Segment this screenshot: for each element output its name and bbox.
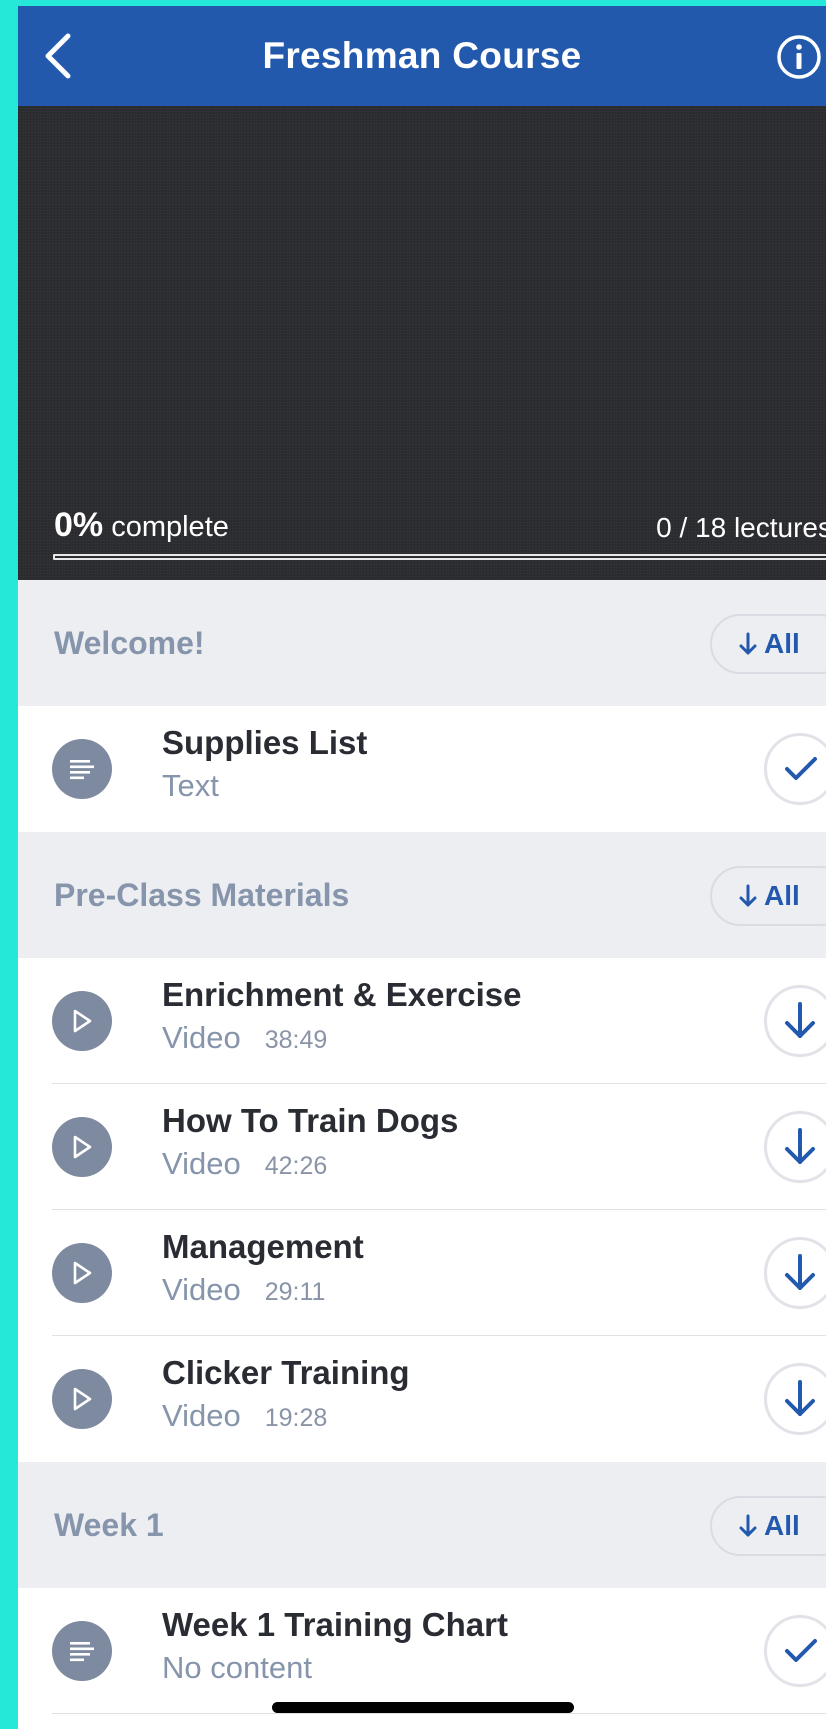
section-title: Welcome! <box>54 624 205 661</box>
info-button[interactable] <box>776 34 822 80</box>
lecture-meta: Text <box>162 768 219 804</box>
download-all-label: All <box>764 1510 800 1541</box>
download-arrow-icon <box>783 1253 817 1293</box>
lecture-title: Management <box>162 1228 364 1265</box>
top-bar: Freshman Course <box>18 6 826 106</box>
download-button[interactable] <box>764 1111 826 1183</box>
play-icon <box>52 1369 112 1429</box>
lecture-title: Clicker Training <box>162 1354 410 1391</box>
lecture-type: Video <box>162 1146 241 1181</box>
section-header: Week 1 All <box>18 1462 826 1588</box>
lecture-meta: Video 42:26 <box>162 1146 327 1182</box>
arrow-down-icon <box>739 884 757 907</box>
curriculum-list: Welcome! All Supplies List Text Pre-Class Ma… <box>18 580 826 1714</box>
home-indicator <box>272 1702 574 1713</box>
course-hero: 0% complete 0 / 18 lectures <box>18 106 826 580</box>
info-icon <box>777 35 821 79</box>
play-icon <box>52 1243 112 1303</box>
section-title: Week 1 <box>54 1506 164 1543</box>
lecture-title: How To Train Dogs <box>162 1102 459 1139</box>
play-icon <box>52 1117 112 1177</box>
lecture-meta: Video 19:28 <box>162 1398 327 1434</box>
lecture-row[interactable]: Supplies List Text <box>18 706 826 832</box>
download-all-button[interactable]: All <box>710 614 826 674</box>
progress-percent: 0% <box>54 506 104 544</box>
lecture-title: Week 1 Training Chart <box>162 1606 508 1643</box>
arrow-down-icon <box>739 1514 757 1537</box>
completed-button[interactable] <box>764 1615 826 1687</box>
lecture-type: Text <box>162 768 219 803</box>
download-all-label: All <box>764 628 800 659</box>
lecture-type: Video <box>162 1272 241 1307</box>
lecture-title: Supplies List <box>162 724 368 761</box>
lecture-type: No content <box>162 1650 312 1685</box>
lecture-row[interactable]: How To Train Dogs Video 42:26 <box>18 1084 826 1210</box>
text-icon <box>52 739 112 799</box>
download-button[interactable] <box>764 1363 826 1435</box>
download-button[interactable] <box>764 985 826 1057</box>
page-title: Freshman Course <box>262 35 582 76</box>
section-header: Pre-Class Materials All <box>18 832 826 958</box>
lecture-count: 0 / 18 lectures <box>656 512 826 543</box>
download-arrow-icon <box>783 1127 817 1167</box>
lecture-duration: 38:49 <box>264 1026 328 1054</box>
download-arrow-icon <box>783 1001 817 1041</box>
download-all-button[interactable]: All <box>710 866 826 926</box>
lecture-row[interactable]: Management Video 29:11 <box>18 1210 826 1336</box>
download-all-button[interactable]: All <box>710 1496 826 1556</box>
completed-button[interactable] <box>764 733 826 805</box>
lecture-meta: No content <box>162 1650 312 1686</box>
lecture-duration: 19:28 <box>264 1404 328 1432</box>
lecture-type: Video <box>162 1398 241 1433</box>
text-icon <box>52 1621 112 1681</box>
app-screen: Freshman Course 0% complete 0 / 18 lectu… <box>18 6 826 1729</box>
lecture-duration: 42:26 <box>264 1152 328 1180</box>
section-title: Pre-Class Materials <box>54 876 350 913</box>
progress-summary: 0% complete <box>54 506 229 545</box>
section-header: Welcome! All <box>18 580 826 706</box>
download-arrow-icon <box>783 1379 817 1419</box>
lecture-row[interactable]: Week 1 Training Chart No content <box>18 1588 826 1714</box>
download-all-label: All <box>764 880 800 911</box>
lecture-row[interactable]: Enrichment & Exercise Video 38:49 <box>18 958 826 1084</box>
lecture-duration: 29:11 <box>264 1278 326 1306</box>
arrow-down-icon <box>739 632 757 655</box>
check-icon <box>783 1636 819 1666</box>
lecture-meta: Video 38:49 <box>162 1020 327 1056</box>
progress-bar <box>53 554 826 560</box>
lecture-title: Enrichment & Exercise <box>162 976 522 1013</box>
download-button[interactable] <box>764 1237 826 1309</box>
play-icon <box>52 991 112 1051</box>
lecture-type: Video <box>162 1020 241 1055</box>
check-icon <box>783 754 819 784</box>
lecture-meta: Video 29:11 <box>162 1272 325 1308</box>
lecture-row[interactable]: Clicker Training Video 19:28 <box>18 1336 826 1462</box>
progress-complete-label: complete <box>111 511 229 543</box>
